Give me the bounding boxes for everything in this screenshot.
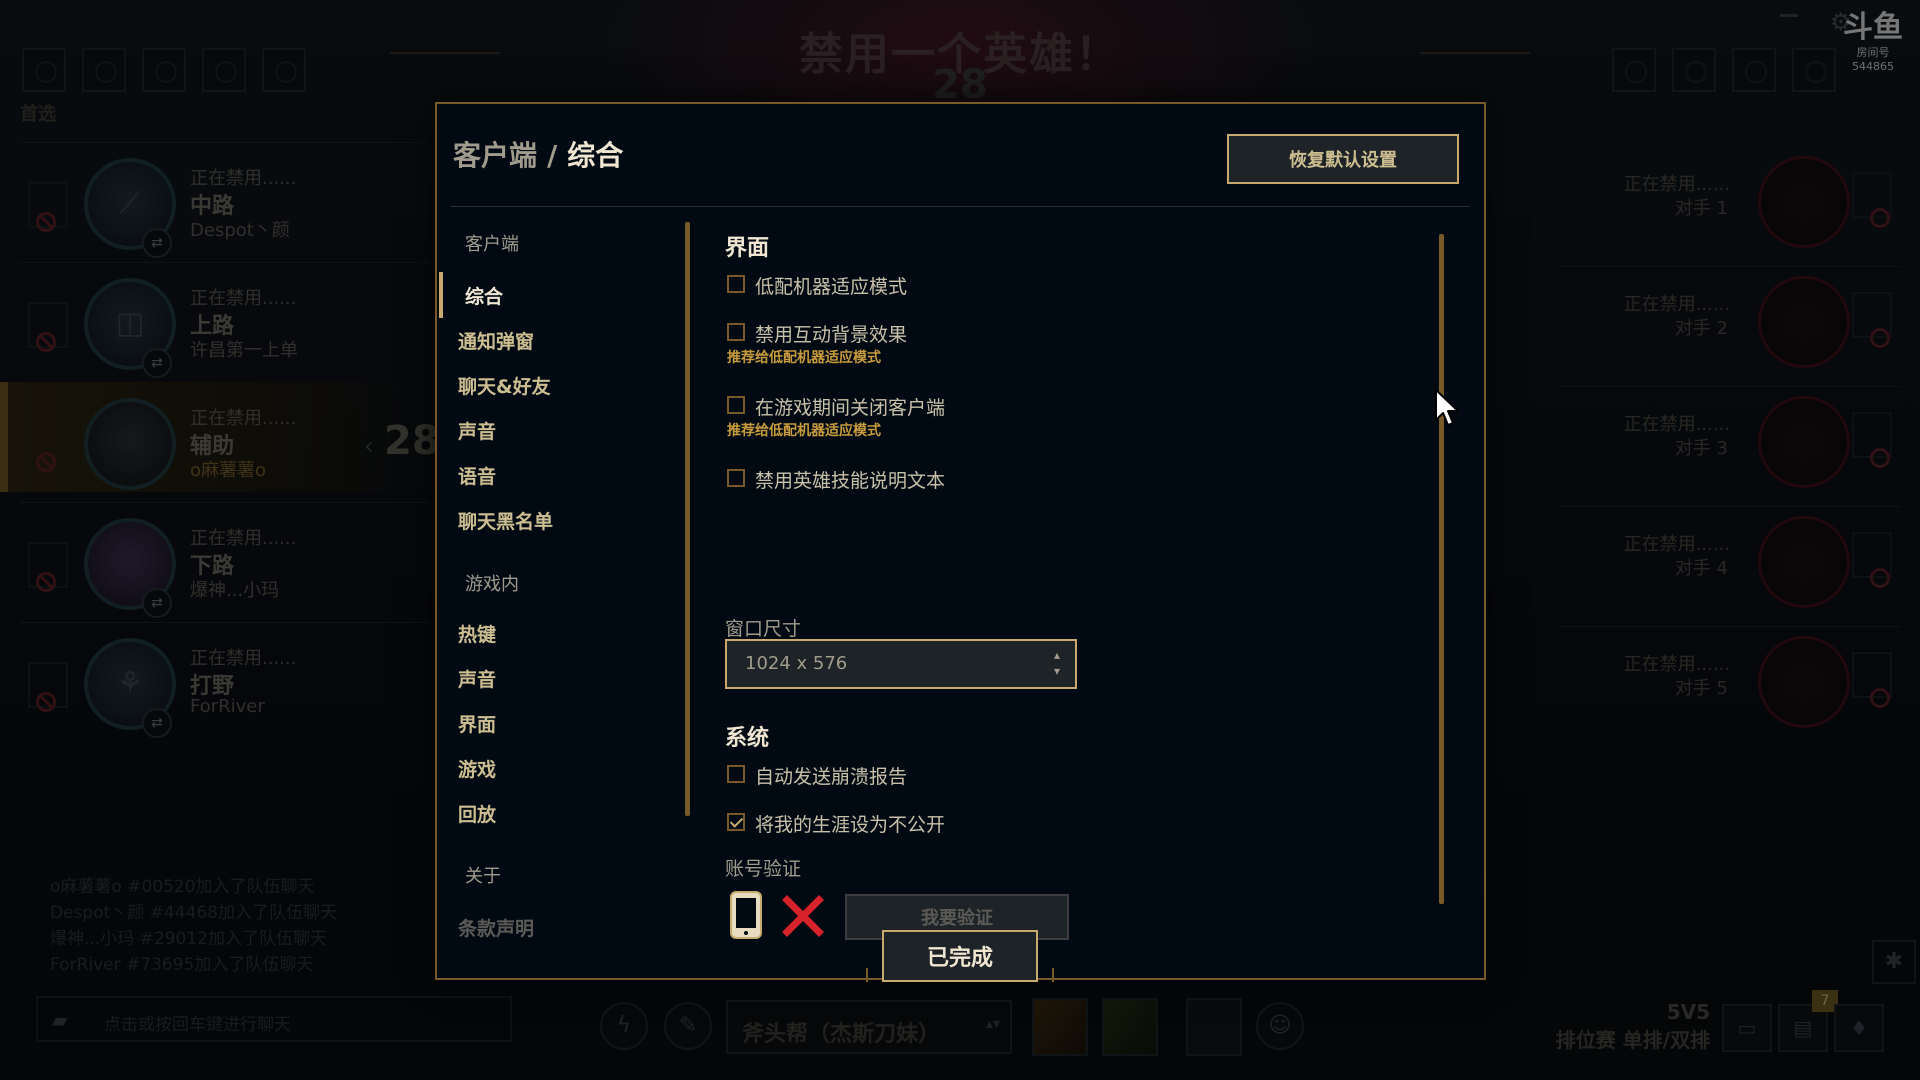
- nav-item-hotkeys[interactable]: 热键: [458, 620, 496, 647]
- nav-item-interface[interactable]: 界面: [458, 710, 496, 737]
- option-label: 禁用英雄技能说明文本: [755, 470, 946, 492]
- option-label: 禁用互动背景效果: [755, 324, 908, 346]
- checkbox[interactable]: [727, 396, 745, 414]
- chevron-updown-icon: ▴▾: [1053, 648, 1061, 678]
- nav-item-block-list[interactable]: 聊天黑名单: [458, 507, 553, 534]
- close-icon: [781, 894, 825, 938]
- breadcrumb: 客户端 / 综合: [453, 134, 623, 174]
- breadcrumb-separator: /: [547, 139, 558, 172]
- nav-item-general[interactable]: 综合: [465, 282, 503, 309]
- settings-modal: 客户端 / 综合 恢复默认设置 客户端 综合 通知弹窗 聊天&好友 声音 语音 聊天…: [435, 102, 1486, 980]
- option-label: 自动发送崩溃报告: [755, 766, 908, 788]
- phone-icon: [729, 890, 763, 940]
- option-hint: 推荐给低配机器适应模式: [727, 350, 881, 366]
- done-button[interactable]: 已完成: [882, 930, 1038, 982]
- nav-item-notifications[interactable]: 通知弹窗: [458, 327, 534, 354]
- nav-active-marker: [439, 272, 443, 318]
- header-divider: [451, 206, 1470, 207]
- breadcrumb-current: 综合: [567, 139, 624, 172]
- nav-item-terms[interactable]: 条款声明: [458, 914, 534, 941]
- mouse-cursor-icon: [1434, 388, 1462, 428]
- window-size-select[interactable]: 1024 x 576 ▴ ▾: [725, 639, 1077, 689]
- window-size-label: 窗口尺寸: [725, 618, 802, 640]
- nav-item-chat-friends[interactable]: 聊天&好友: [458, 372, 551, 399]
- content-scrollbar[interactable]: [1439, 234, 1444, 904]
- checkbox[interactable]: [727, 469, 745, 487]
- nav-item-replays[interactable]: 回放: [458, 800, 496, 827]
- nav-item-game[interactable]: 游戏: [458, 755, 496, 782]
- option-label: 在游戏期间关闭客户端: [755, 397, 946, 419]
- option-label: 将我的生涯设为不公开: [755, 814, 946, 836]
- nav-item-ingame-sound[interactable]: 声音: [458, 665, 496, 692]
- settings-content: 界面 低配机器适应模式 禁用互动背景效果 推荐给低配机器适应模式 在游戏期间关闭…: [725, 230, 1445, 940]
- option-label: 低配机器适应模式: [755, 276, 908, 298]
- checkbox-checked[interactable]: [727, 813, 745, 831]
- checkbox[interactable]: [727, 323, 745, 341]
- breadcrumb-parent: 客户端: [453, 139, 538, 172]
- account-verify-label: 账号验证: [725, 858, 802, 880]
- nav-section-ingame: 游戏内: [465, 574, 519, 595]
- nav-section-about: 关于: [465, 866, 501, 887]
- option-hint: 推荐给低配机器适应模式: [727, 423, 881, 439]
- nav-section-client: 客户端: [465, 234, 519, 255]
- checkbox[interactable]: [727, 765, 745, 783]
- section-title-system: 系统: [725, 726, 770, 751]
- restore-defaults-button[interactable]: 恢复默认设置: [1227, 134, 1459, 184]
- nav-item-sound[interactable]: 声音: [458, 417, 496, 444]
- nav-scrollbar[interactable]: [685, 222, 690, 816]
- checkbox[interactable]: [727, 275, 745, 293]
- window-size-value: 1024 x 576: [745, 653, 848, 674]
- nav-item-voice[interactable]: 语音: [458, 462, 496, 489]
- section-title-interface: 界面: [725, 236, 770, 261]
